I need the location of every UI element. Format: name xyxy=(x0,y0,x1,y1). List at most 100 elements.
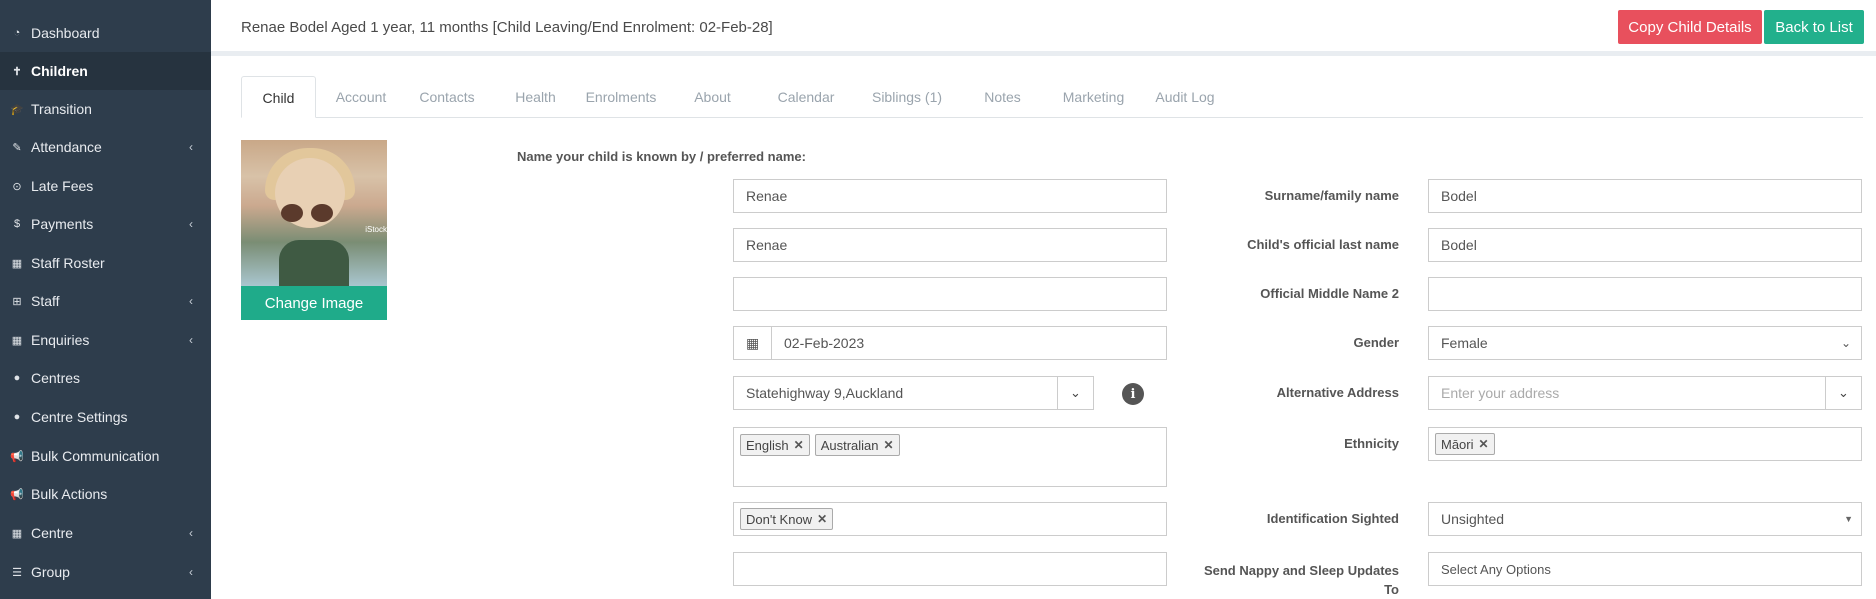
nappy-updates-select[interactable]: Select Any Options xyxy=(1428,552,1862,586)
sidebar-item-centres[interactable]: ● Centres xyxy=(0,359,211,397)
close-icon[interactable]: ✕ xyxy=(794,438,804,452)
sidebar: ◔ Dashboard ✝ Children 🎓 Transition ✎ Attendanc… xyxy=(0,0,211,599)
sidebar-item-label: Children xyxy=(31,63,88,79)
chevron-down-icon[interactable]: ⌄ xyxy=(1057,377,1093,409)
copy-child-details-button[interactable]: Copy Child Details xyxy=(1618,10,1762,44)
birth-date-input[interactable]: 02-Feb-2023 xyxy=(771,326,1167,360)
sidebar-item-label: Staff xyxy=(31,293,60,309)
change-image-button[interactable]: Change Image xyxy=(241,286,387,320)
sidebar-item-payments[interactable]: $ Payments ‹ xyxy=(0,205,211,243)
bullhorn-icon: 📢 xyxy=(10,488,24,501)
close-icon[interactable]: ✕ xyxy=(1479,437,1489,451)
child-icon: ✝ xyxy=(12,65,22,78)
sidebar-item-late-fees[interactable]: ⊙ Late Fees xyxy=(0,167,211,205)
alternative-address-label: Alternative Address xyxy=(1276,385,1399,400)
calendar-icon[interactable]: ▦ xyxy=(733,326,771,360)
tag-english[interactable]: English ✕ xyxy=(740,434,810,456)
tab-bar: Child Account Contacts Health Enrolments Abou… xyxy=(241,76,1863,118)
sidebar-item-staff[interactable]: ⊞ Staff ‹ xyxy=(0,282,211,320)
calendar-icon: ▦ xyxy=(11,257,23,270)
nappy-updates-label: Send Nappy and Sleep Updates To xyxy=(1203,563,1399,597)
sidebar-item-label: Centre Settings xyxy=(31,409,128,425)
sidebar-item-children[interactable]: ✝ Children xyxy=(0,52,211,90)
languages-multiselect[interactable]: English ✕ Australian ✕ xyxy=(733,427,1167,487)
primary-school-input[interactable] xyxy=(733,552,1167,586)
ethnicity-multiselect[interactable]: Māori ✕ xyxy=(1428,427,1862,461)
back-to-list-button[interactable]: Back to List xyxy=(1764,10,1864,44)
preferred-name-heading: Name your child is known by / preferred … xyxy=(517,149,806,164)
identification-sighted-select[interactable]: Unsighted ▼ xyxy=(1428,502,1862,536)
edit-icon: ✎ xyxy=(12,141,22,154)
tag-australian[interactable]: Australian ✕ xyxy=(814,434,900,456)
sidebar-item-enquiries[interactable]: ▦ Enquiries ‹ xyxy=(0,321,211,359)
sidebar-item-label: Bulk Communication xyxy=(31,448,160,464)
sidebar-item-dashboard[interactable]: ◔ Dashboard xyxy=(0,14,211,52)
tab-audit-log[interactable]: Audit Log xyxy=(1144,76,1226,118)
grid-icon: ▦ xyxy=(11,334,23,347)
info-icon[interactable]: i xyxy=(1122,383,1144,405)
sidebar-item-group[interactable]: ☰ Group ‹ xyxy=(0,553,211,591)
tab-marketing[interactable]: Marketing xyxy=(1043,76,1144,118)
clock-icon: ⊙ xyxy=(12,180,22,193)
tab-child[interactable]: Child xyxy=(241,76,316,118)
close-icon[interactable]: ✕ xyxy=(817,512,827,526)
alternative-address-input[interactable]: Enter your address ⌄ xyxy=(1428,376,1862,410)
tab-calendar[interactable]: Calendar xyxy=(760,76,852,118)
list-icon: ☰ xyxy=(12,566,22,579)
sidebar-item-attendance[interactable]: ✎ Attendance ‹ xyxy=(0,128,211,166)
sidebar-item-label: Late Fees xyxy=(31,178,94,194)
page-title: Renae Bodel Aged 1 year, 11 months [Chil… xyxy=(241,19,773,36)
chevron-down-icon: ⌄ xyxy=(1840,336,1851,350)
sidebar-item-staff-roster[interactable]: ▦ Staff Roster xyxy=(0,244,211,282)
residential-address-input[interactable]: Statehighway 9,Auckland ⌄ xyxy=(733,376,1094,410)
sitemap-icon: ⊞ xyxy=(12,295,22,308)
sidebar-item-centre[interactable]: ▦ Centre ‹ xyxy=(0,514,211,552)
sidebar-item-centre-settings[interactable]: ● Centre Settings xyxy=(0,398,211,436)
tab-account[interactable]: Account xyxy=(321,76,401,118)
gender-select[interactable]: Female ⌄ xyxy=(1428,326,1862,360)
chevron-left-icon: ‹ xyxy=(189,333,193,347)
middle-name-2-input[interactable] xyxy=(1428,277,1862,311)
sidebar-item-label: Payments xyxy=(31,216,94,232)
iwi-multiselect[interactable]: Don't Know ✕ xyxy=(733,502,1167,536)
surname-input[interactable]: Bodel xyxy=(1428,179,1862,213)
alternative-address-placeholder: Enter your address xyxy=(1441,385,1560,401)
identification-sighted-label: Identification Sighted xyxy=(1266,511,1399,526)
tab-siblings-1[interactable]: Siblings (1) xyxy=(852,76,962,118)
tab-contacts[interactable]: Contacts xyxy=(400,76,494,118)
close-icon[interactable]: ✕ xyxy=(884,438,894,452)
dollar-icon: $ xyxy=(13,218,21,230)
ethnicity-label: Ethnicity xyxy=(1344,436,1399,451)
middle-name-1-input[interactable] xyxy=(733,277,1167,311)
chevron-left-icon: ‹ xyxy=(189,294,193,308)
bullhorn-icon: 📢 xyxy=(10,450,24,463)
identification-value: Unsighted xyxy=(1441,511,1505,527)
official-first-name-input[interactable]: Renae xyxy=(733,228,1167,262)
tag-dont-know[interactable]: Don't Know ✕ xyxy=(740,508,834,530)
main-content: Renae Bodel Aged 1 year, 11 months [Chil… xyxy=(211,0,1876,599)
tab-about[interactable]: About xyxy=(665,76,760,118)
tab-health[interactable]: Health xyxy=(494,76,577,118)
tab-notes[interactable]: Notes xyxy=(962,76,1043,118)
circle-icon: ● xyxy=(13,411,21,423)
sidebar-item-label: Centres xyxy=(31,370,81,386)
photo-watermark: iStock xyxy=(365,225,387,234)
given-name-input[interactable]: Renae xyxy=(733,179,1167,213)
chevron-left-icon: ‹ xyxy=(189,526,193,540)
sidebar-item-transition[interactable]: 🎓 Transition xyxy=(0,90,211,128)
child-photo: iStock xyxy=(241,140,387,286)
residential-address-value: Statehighway 9,Auckland xyxy=(746,385,904,401)
sidebar-item-bulk-communication[interactable]: 📢 Bulk Communication xyxy=(0,437,211,475)
sidebar-item-bulk-actions[interactable]: 📢 Bulk Actions xyxy=(0,475,211,513)
middle-name-2-label: Official Middle Name 2 xyxy=(1260,286,1399,301)
tag-maori[interactable]: Māori ✕ xyxy=(1435,433,1495,455)
chevron-down-icon[interactable]: ⌄ xyxy=(1825,377,1861,409)
sidebar-item-label: Attendance xyxy=(31,139,102,155)
sidebar-item-label: Enquiries xyxy=(31,332,90,348)
gender-label: Gender xyxy=(1353,335,1399,350)
sidebar-item-label: Group xyxy=(31,564,70,580)
official-last-name-input[interactable]: Bodel xyxy=(1428,228,1862,262)
official-last-name-label: Child's official last name xyxy=(1247,237,1399,252)
circle-icon: ● xyxy=(13,372,21,384)
tab-enrolments[interactable]: Enrolments xyxy=(577,76,665,118)
